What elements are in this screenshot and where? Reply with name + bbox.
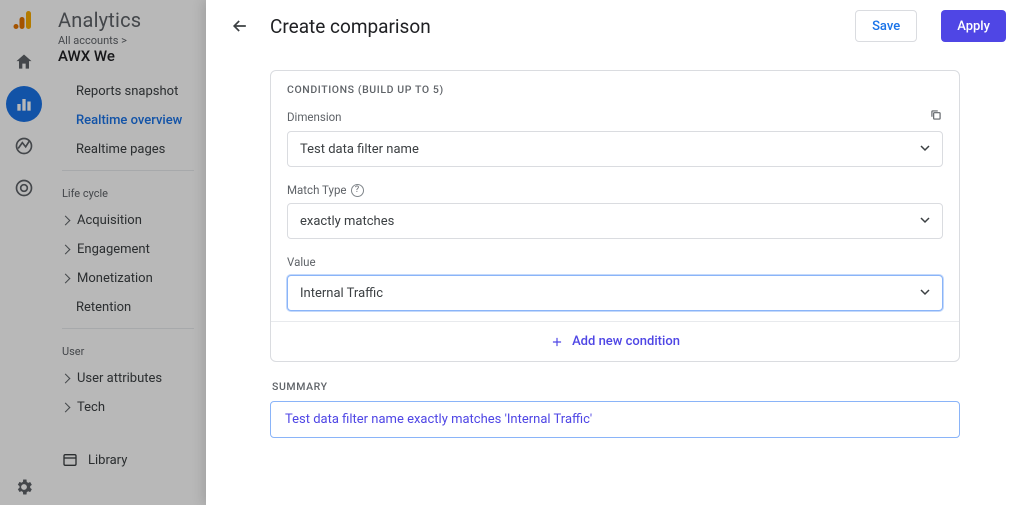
matchtype-value: exactly matches (300, 214, 394, 229)
add-condition-button[interactable]: Add new condition (271, 321, 959, 361)
analytics-logo-icon (12, 8, 36, 32)
nav-library[interactable]: Library (48, 442, 208, 478)
nav-section-lifecycle: Life cycle (48, 177, 208, 206)
breadcrumb[interactable]: All accounts > (58, 34, 198, 47)
advertising-icon[interactable] (6, 170, 42, 206)
dimension-select[interactable]: Test data filter name (287, 131, 943, 167)
plus-icon (550, 335, 564, 349)
nav-sidebar: Analytics All accounts > AWX We Reports … (48, 0, 208, 505)
value-select[interactable]: Internal Traffic (287, 275, 943, 311)
icon-rail (0, 0, 48, 505)
library-label: Library (88, 453, 127, 468)
chevron-down-icon (920, 215, 930, 225)
settings-icon[interactable] (6, 469, 42, 505)
add-condition-label: Add new condition (572, 334, 680, 349)
panel-title: Create comparison (270, 15, 841, 38)
delete-condition-button[interactable] (929, 108, 943, 125)
nav-engagement[interactable]: Engagement (48, 235, 208, 264)
library-icon (62, 452, 78, 468)
explore-icon[interactable] (6, 128, 42, 164)
nav-monetization[interactable]: Monetization (48, 264, 208, 293)
nav-reports-snapshot[interactable]: Reports snapshot (48, 77, 208, 106)
save-button[interactable]: Save (855, 10, 917, 42)
nav-retention[interactable]: Retention (48, 293, 208, 322)
divider (62, 170, 194, 171)
nav-section-user: User (48, 335, 208, 364)
nav-acquisition[interactable]: Acquisition (48, 206, 208, 235)
nav-realtime-overview[interactable]: Realtime overview (48, 106, 208, 135)
value-label: Value (287, 255, 316, 269)
nav-realtime-pages[interactable]: Realtime pages (48, 135, 208, 164)
property-name[interactable]: AWX We (58, 47, 198, 65)
nav-tech[interactable]: Tech (48, 393, 208, 422)
reports-icon[interactable] (6, 86, 42, 122)
chevron-down-icon (920, 287, 930, 297)
nav-user-attributes[interactable]: User attributes (48, 364, 208, 393)
dimension-label: Dimension (287, 110, 342, 124)
value-value: Internal Traffic (300, 286, 383, 301)
home-icon[interactable] (6, 44, 42, 80)
conditions-header: CONDITIONS (BUILD UP TO 5) (271, 71, 959, 102)
divider (62, 328, 194, 329)
summary-label: SUMMARY (272, 380, 958, 393)
apply-button[interactable]: Apply (941, 10, 1006, 42)
matchtype-select[interactable]: exactly matches (287, 203, 943, 239)
comparison-panel: Create comparison Save Apply CONDITIONS … (206, 0, 1024, 505)
help-icon[interactable]: ? (351, 184, 364, 197)
back-button[interactable] (224, 10, 256, 42)
copy-icon (929, 108, 943, 122)
dimension-value: Test data filter name (300, 142, 419, 157)
product-name: Analytics (58, 8, 198, 32)
conditions-card: CONDITIONS (BUILD UP TO 5) Dimension Tes… (270, 70, 960, 362)
matchtype-label: Match Type (287, 183, 347, 197)
chevron-down-icon (920, 143, 930, 153)
summary-text: Test data filter name exactly matches 'I… (270, 401, 960, 438)
arrow-left-icon (230, 16, 250, 36)
